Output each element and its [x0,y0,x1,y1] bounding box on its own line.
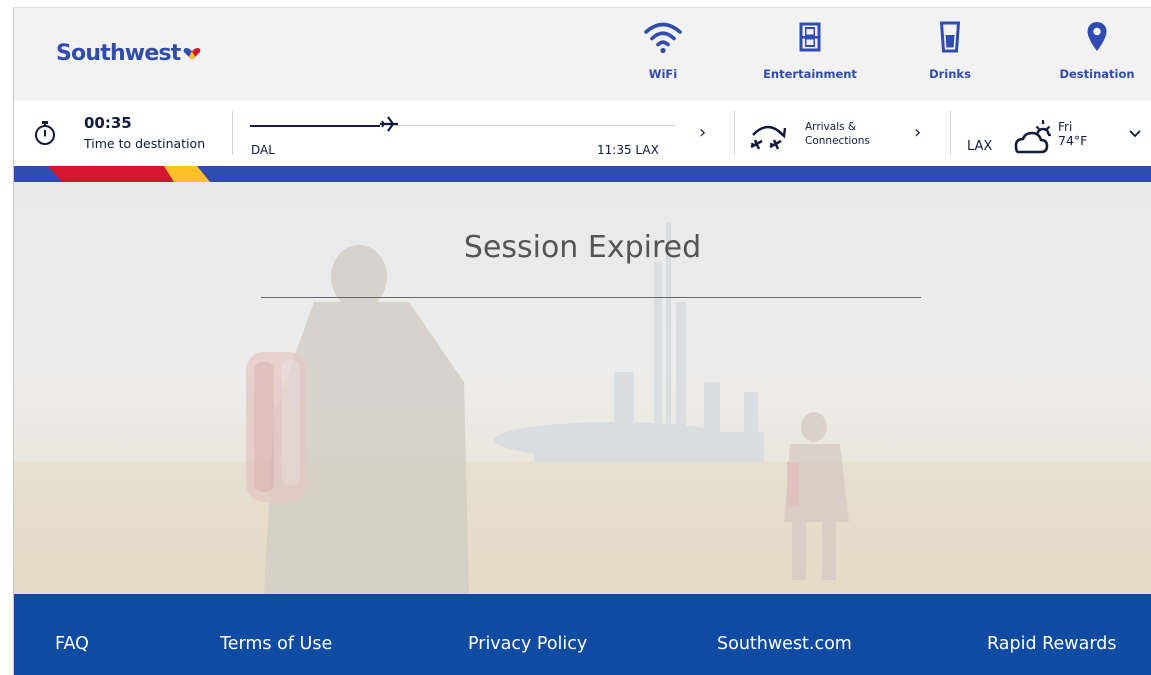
weather-temperature: 74°F [1058,133,1088,148]
time-remaining: 00:35 [84,114,132,132]
footer-link-privacy[interactable]: Privacy Policy [468,634,587,654]
footer-link-faq[interactable]: FAQ [55,634,89,654]
footer-link-terms[interactable]: Terms of Use [220,634,332,654]
flight-progress-remaining [395,125,675,126]
brand-stripe-graphic [48,166,210,182]
footer-link-rapid-rewards[interactable]: Rapid Rewards [987,634,1116,654]
nav-entertainment[interactable]: Entertainment [754,20,866,81]
nav-destination-label: Destination [1059,67,1135,81]
title-divider [261,297,921,298]
chevron-down-icon[interactable] [1129,129,1141,139]
wifi-icon [644,22,682,54]
flight-progress [250,116,680,132]
nav-entertainment-label: Entertainment [763,67,857,81]
hero-background: Session Expired [14,182,1151,594]
airplane-icon [380,116,398,132]
session-expired-title: Session Expired [463,230,702,265]
brand-stripe [14,166,1151,182]
arrivals-chevron-icon[interactable]: › [914,122,921,143]
nav-wifi-label: WiFi [648,67,678,81]
time-remaining-label: Time to destination [84,136,206,151]
footer: FAQ Terms of Use Privacy Policy Southwes… [14,594,1151,675]
logo-text: Southwest [56,41,181,66]
nav-drinks[interactable]: Drinks [922,20,978,81]
weather-day: Fri [1058,120,1073,134]
origin-airport: DAL [251,143,275,157]
heart-logo-icon [184,47,201,60]
drink-cup-icon [939,21,961,53]
divider [734,111,735,155]
header: Southwest WiFi Entertainment Drinks Dest… [14,8,1151,101]
stopwatch-icon [35,121,55,145]
flight-progress-completed [250,125,380,127]
southwest-logo[interactable]: Southwest [56,41,201,66]
footer-link-southwest-com[interactable]: Southwest.com [717,634,852,654]
map-pin-icon [1087,22,1107,51]
arrivals-label-line2: Connections [805,135,870,147]
divider [950,111,951,155]
nav-wifi[interactable]: WiFi [637,20,689,81]
arrivals-connections-icon [750,125,787,150]
portal-frame: Southwest WiFi Entertainment Drinks Dest… [14,8,1151,675]
flight-details-chevron-icon[interactable]: › [699,122,706,143]
film-icon [799,22,821,52]
partly-cloudy-icon [1014,120,1051,154]
arrival-time: 11:35 LAX [597,143,659,157]
arrivals-label-line1: Arrivals & [805,121,857,133]
nav-destination[interactable]: Destination [1052,20,1142,81]
nav-drinks-label: Drinks [929,67,971,81]
arrivals-connections-link[interactable]: Arrivals & Connections [805,120,895,148]
divider [232,111,233,155]
weather-city: LAX [967,139,993,154]
flight-status-bar: 00:35 Time to destination DAL 11:35 LAX … [14,101,1151,166]
